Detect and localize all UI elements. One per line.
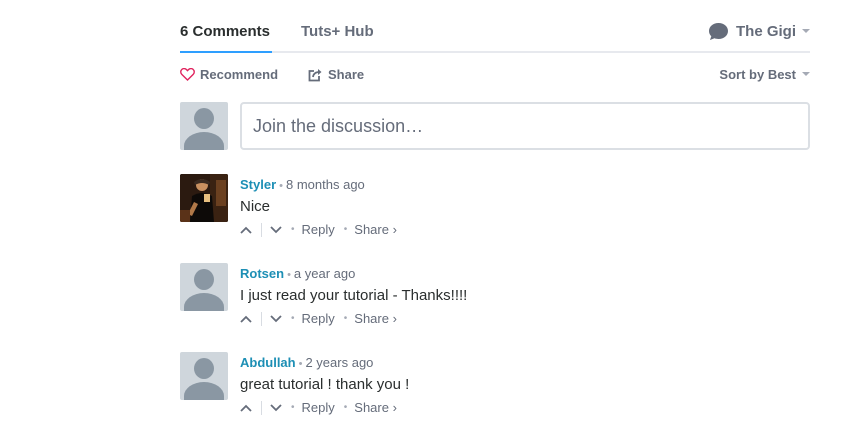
separator-dot: • — [291, 313, 295, 324]
upvote-icon[interactable] — [240, 402, 252, 414]
reply-button[interactable]: Reply — [302, 311, 335, 326]
comment-meta: Styler • 8 months ago — [240, 177, 365, 192]
sort-dropdown[interactable]: Sort by Best — [719, 67, 810, 82]
comment-message: great tutorial ! thank you ! — [240, 376, 410, 393]
comment-footer: • Reply • Share › — [240, 311, 397, 326]
downvote-icon[interactable] — [270, 402, 282, 414]
tab-community[interactable]: Tuts+ Hub — [301, 23, 374, 40]
share-comment-button[interactable]: Share › — [354, 222, 397, 237]
comment-item: Abdullah • 2 years ago great tutorial ! th… — [180, 352, 810, 422]
comment-message: Nice — [240, 198, 271, 215]
thread-actions: Recommend Share Sort by Best — [180, 53, 810, 101]
comment-meta: Abdullah • 2 years ago — [240, 355, 373, 370]
comment-author[interactable]: Styler — [240, 177, 276, 192]
comment-input[interactable] — [240, 102, 810, 150]
separator-dot: • — [298, 358, 303, 370]
chevron-down-icon — [802, 28, 810, 33]
comment-author[interactable]: Abdullah — [240, 355, 296, 370]
share-comment-button[interactable]: Share › — [354, 311, 397, 326]
share-comment-button[interactable]: Share › — [354, 400, 397, 415]
share-label: Share — [328, 67, 365, 82]
comment-composer — [180, 102, 810, 150]
comment-time[interactable]: 8 months ago — [286, 177, 365, 192]
heart-icon — [180, 68, 195, 81]
separator-dot: • — [343, 224, 348, 235]
vote-divider — [261, 400, 262, 415]
username: The Gigi — [736, 23, 796, 40]
reply-button[interactable]: Reply — [302, 400, 335, 415]
comment-time[interactable]: 2 years ago — [305, 355, 373, 370]
share-icon — [308, 68, 322, 81]
chat-bubble-icon — [709, 23, 728, 40]
avatar[interactable] — [180, 263, 228, 311]
separator-dot: • — [287, 269, 291, 281]
vote-divider — [261, 222, 262, 237]
comment-item: Styler • 8 months ago Nice • Reply • Share… — [180, 174, 810, 244]
separator-dot: • — [279, 180, 283, 192]
user-menu[interactable]: The Gigi — [708, 22, 810, 41]
separator-dot: • — [291, 402, 295, 413]
tab-comments[interactable]: 6 Comments — [180, 23, 270, 40]
comment-meta: Rotsen • a year ago — [240, 266, 355, 281]
downvote-icon[interactable] — [270, 313, 282, 325]
comment-time[interactable]: a year ago — [294, 266, 355, 281]
upvote-icon[interactable] — [240, 313, 252, 325]
upvote-icon[interactable] — [240, 224, 252, 236]
avatar — [180, 102, 228, 150]
comment-footer: • Reply • Share › — [240, 222, 397, 237]
chevron-down-icon — [802, 71, 810, 76]
share-thread-button[interactable]: Share — [308, 67, 364, 82]
vote-divider — [261, 311, 262, 326]
separator-dot: • — [291, 224, 295, 235]
comment-author[interactable]: Rotsen — [240, 266, 284, 281]
separator-dot: • — [343, 402, 348, 413]
reply-button[interactable]: Reply — [302, 222, 335, 237]
sort-label: Sort by Best — [719, 67, 796, 82]
downvote-icon[interactable] — [270, 224, 282, 236]
comment-footer: • Reply • Share › — [240, 400, 397, 415]
comment-item: Rotsen • a year ago I just read your tutor… — [180, 263, 810, 333]
avatar[interactable] — [180, 352, 228, 400]
recommend-label: Recommend — [200, 67, 279, 82]
disqus-thread: 6 Comments Tuts+ Hub The Gigi Recommend … — [180, 0, 810, 415]
avatar[interactable] — [180, 174, 228, 222]
separator-dot: • — [343, 313, 348, 324]
thread-tabs: 6 Comments Tuts+ Hub The Gigi — [180, 0, 810, 53]
comment-message: I just read your tutorial - Thanks!!!! — [240, 287, 468, 304]
recommend-button[interactable]: Recommend — [180, 67, 278, 82]
